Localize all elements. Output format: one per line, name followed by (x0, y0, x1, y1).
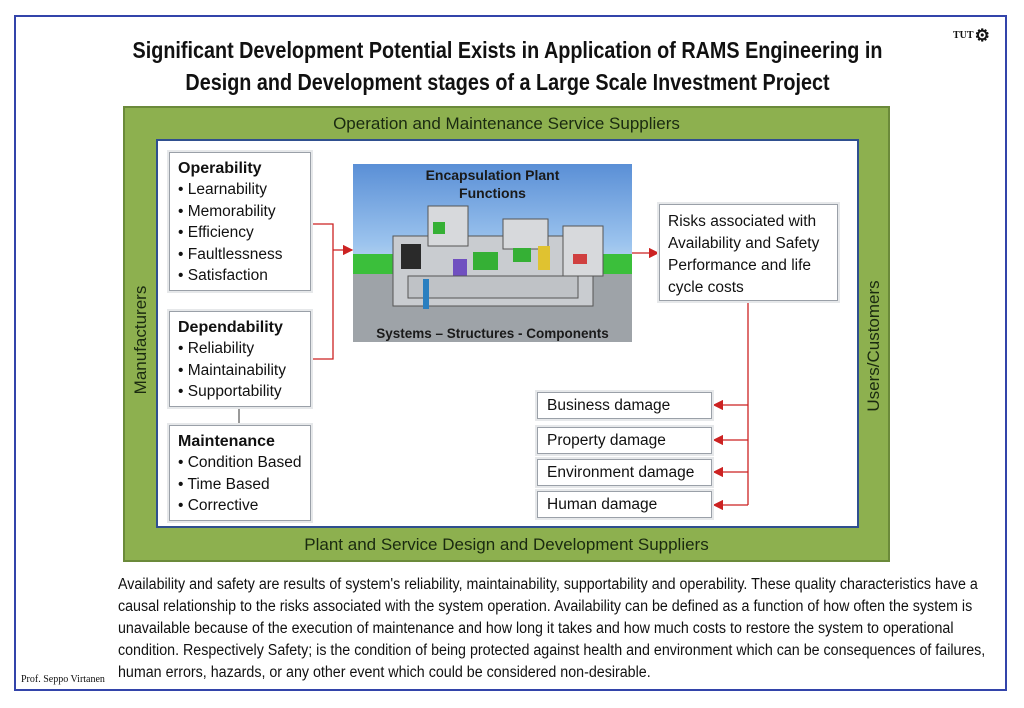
author-credit: Prof. Seppo Virtanen (21, 674, 105, 685)
category-heading: Dependability (178, 319, 283, 336)
list-item: Efficiency (178, 222, 302, 244)
connector-operability (311, 223, 334, 250)
plant-title: Encapsulation Plant Functions (425, 167, 560, 201)
list-item: Supportability (178, 381, 302, 403)
property-damage-box: Property damage (537, 427, 712, 454)
list-item: Time Based (178, 474, 302, 496)
maintenance-box: Maintenance Condition Based Time Based C… (169, 425, 311, 521)
description-paragraph: Availability and safety are results of s… (118, 576, 986, 681)
operability-box: Operability Learnability Memorability Ef… (169, 152, 311, 291)
dependability-box: Dependability Reliability Maintainabilit… (169, 311, 311, 407)
list-item: Faultlessness (178, 244, 302, 266)
list-item: Reliability (178, 338, 302, 360)
category-heading: Operability (178, 160, 262, 177)
list-item: Condition Based (178, 452, 302, 474)
business-damage-box: Business damage (537, 392, 712, 419)
list-item: Memorability (178, 201, 302, 223)
list-item: Maintainability (178, 360, 302, 382)
connector-dependability (311, 250, 334, 360)
risk-box: Risks associated with Availability and S… (659, 204, 838, 301)
environment-damage-box: Environment damage (537, 459, 712, 486)
plant-illustration: Encapsulation Plant Functions Systems – … (353, 164, 632, 342)
human-damage-box: Human damage (537, 491, 712, 518)
list-item: Corrective (178, 495, 302, 517)
list-item: Learnability (178, 179, 302, 201)
plant-caption: Systems – Structures - Components (376, 326, 609, 341)
category-heading: Maintenance (178, 433, 275, 450)
list-item: Satisfaction (178, 265, 302, 287)
